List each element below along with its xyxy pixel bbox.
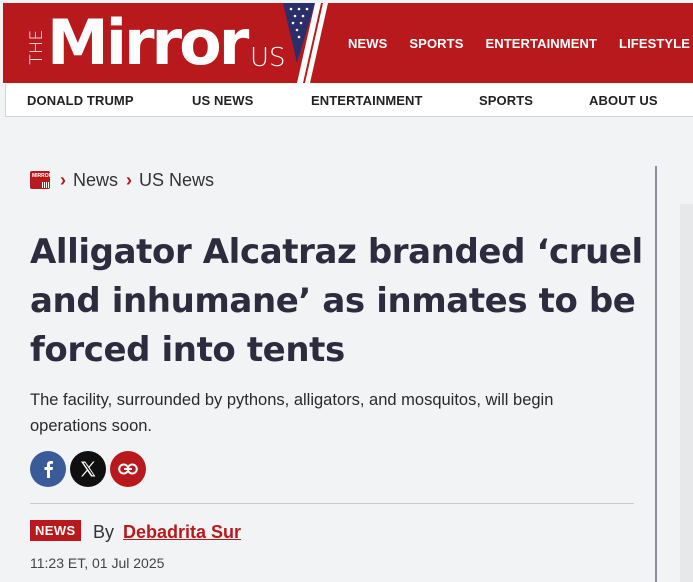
x-icon — [81, 461, 96, 477]
article-headline: Alligator Alcatraz branded ‘cruel and in… — [30, 232, 643, 370]
subnav-sports[interactable]: SPORTS — [479, 93, 533, 108]
copy-link-button[interactable] — [110, 451, 146, 487]
nav-entertainment[interactable]: ENTERTAINMENT — [485, 36, 597, 51]
share-bar — [30, 451, 146, 487]
mirror-logo-icon[interactable]: MIRROR — [30, 171, 52, 189]
breadcrumb: MIRROR › News › US News — [30, 168, 222, 192]
chevron-right-icon: › — [60, 170, 66, 190]
byline: By Debadrita Sur — [93, 522, 241, 543]
link-icon — [118, 463, 138, 475]
sidebar-edge — [680, 204, 693, 582]
byline-label: By — [93, 522, 115, 542]
logo-brand: Mirror — [47, 6, 249, 79]
publish-timestamp: 11:23 ET, 01 Jul 2025 — [30, 555, 165, 571]
chevron-right-icon: › — [126, 170, 133, 190]
facebook-icon — [44, 461, 53, 478]
site-logo[interactable]: THE Mirror US — [3, 3, 333, 83]
column-divider — [655, 166, 657, 582]
author-link[interactable]: Debadrita Sur — [123, 522, 241, 542]
main-nav: NEWS SPORTS ENTERTAINMENT LIFESTYLE — [348, 3, 693, 83]
site-header: THE Mirror US NEWS SPORTS ENTERTAINMENT … — [3, 3, 693, 83]
facebook-share-button[interactable] — [30, 451, 66, 487]
flag-stripes-icon — [283, 3, 328, 83]
subnav-donald-trump[interactable]: DONALD TRUMP — [27, 93, 134, 108]
nav-news[interactable]: NEWS — [348, 36, 387, 51]
subnav-about-us[interactable]: ABOUT US — [589, 93, 658, 108]
subnav-entertainment[interactable]: ENTERTAINMENT — [311, 93, 423, 108]
category-badge[interactable]: NEWS — [30, 520, 81, 541]
nav-sports[interactable]: SPORTS — [409, 36, 463, 51]
subnav-us-news[interactable]: US NEWS — [192, 93, 253, 108]
nav-lifestyle[interactable]: LIFESTYLE — [619, 36, 690, 51]
breadcrumb-news[interactable]: News — [73, 170, 118, 191]
secondary-nav: DONALD TRUMP US NEWS ENTERTAINMENT SPORT… — [5, 84, 693, 117]
article-standfirst: The facility, surrounded by pythons, all… — [30, 391, 554, 435]
x-share-button[interactable] — [70, 451, 106, 487]
breadcrumb-us-news[interactable]: US News — [139, 170, 214, 191]
logo-the: THE — [27, 29, 47, 65]
nav-divider — [5, 84, 6, 117]
byline-divider — [30, 503, 634, 504]
